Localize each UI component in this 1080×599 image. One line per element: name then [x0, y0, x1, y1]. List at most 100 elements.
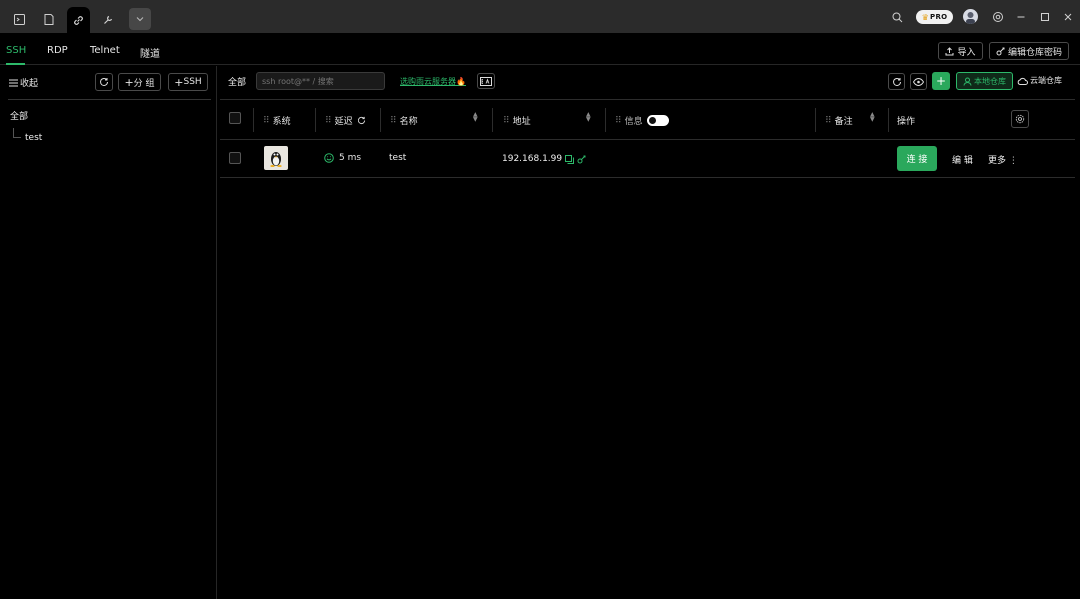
- column-separator: [815, 108, 816, 132]
- import-button[interactable]: 导入: [938, 42, 983, 60]
- table-row-border: [220, 177, 1075, 178]
- drag-handle-icon[interactable]: ⠿: [825, 116, 832, 126]
- search-button[interactable]: [889, 9, 905, 25]
- promo-link[interactable]: 选购雨云服务器🔥: [400, 76, 466, 87]
- collapse-button[interactable]: 收起: [9, 76, 38, 89]
- tab-tunnel[interactable]: 隧道: [140, 45, 160, 60]
- table-top-border: [220, 99, 1075, 100]
- tab-rdp[interactable]: RDP: [47, 45, 68, 56]
- linux-icon: [264, 146, 288, 170]
- search-icon: [892, 12, 902, 22]
- title-bar: ♛ PRO: [0, 0, 1080, 33]
- connect-button[interactable]: 连 接: [897, 146, 937, 171]
- key-icon[interactable]: [577, 155, 586, 164]
- sort-icon[interactable]: ▲ ▼: [586, 112, 591, 123]
- minimize-button[interactable]: [1013, 9, 1029, 25]
- column-header-latency[interactable]: ⠿ 延迟: [325, 114, 366, 127]
- sort-icon[interactable]: ▲ ▼: [870, 112, 875, 123]
- tab-ssh[interactable]: SSH: [6, 45, 26, 56]
- filter-all-label[interactable]: 全部: [228, 75, 246, 88]
- latency-value: 5 ms: [339, 153, 362, 163]
- add-ssh-label: SSH: [183, 77, 202, 87]
- document-tab[interactable]: [38, 8, 60, 30]
- wrench-tab[interactable]: [97, 8, 119, 30]
- column-separator: [315, 108, 316, 132]
- collapse-label: 收起: [20, 79, 39, 89]
- add-ssh-button[interactable]: + SSH: [168, 73, 208, 91]
- host-address: 192.168.1.99: [502, 154, 563, 164]
- fire-icon: 🔥: [456, 77, 466, 86]
- column-header-actions: 操作: [897, 114, 915, 127]
- edit-repo-password-label: 编辑仓库密码: [1007, 47, 1062, 58]
- cloud-repo-button[interactable]: 云端仓库: [1017, 75, 1062, 86]
- column-header-note[interactable]: ⠿ 备注: [825, 114, 853, 128]
- add-group-button[interactable]: + 分 组: [118, 73, 161, 91]
- copy-icon[interactable]: [565, 154, 575, 164]
- local-repo-button[interactable]: 本地仓库: [956, 72, 1013, 90]
- local-repo-label: 本地仓库: [974, 76, 1006, 86]
- column-name-label: 名称: [399, 117, 418, 127]
- more-label: 更多: [988, 156, 1007, 166]
- link-tab[interactable]: [67, 7, 90, 33]
- cloud-icon: [1017, 77, 1028, 85]
- column-header-address[interactable]: ⠿ 地址: [503, 114, 531, 128]
- column-info-label: 信息: [624, 117, 643, 127]
- sort-icon[interactable]: ▲ ▼: [473, 112, 478, 123]
- drag-handle-icon[interactable]: ⠿: [390, 116, 397, 126]
- add-group-label: 分 组: [133, 78, 155, 89]
- info-toggle[interactable]: [646, 115, 669, 126]
- column-system-label: 系统: [272, 117, 291, 127]
- row-checkbox[interactable]: [229, 152, 241, 164]
- link-icon: [74, 15, 83, 25]
- address-cell: 192.168.1.99: [502, 154, 586, 164]
- wrench-icon: [103, 15, 112, 24]
- promo-text: 选购雨云服务器: [400, 77, 456, 86]
- protocol-tab-bar: SSH RDP Telnet 隧道: [0, 33, 1080, 65]
- refresh-groups-button[interactable]: [95, 73, 113, 91]
- connect-label: 连 接: [906, 155, 928, 165]
- ea-icon: [480, 76, 492, 86]
- refresh-icon: [100, 77, 108, 86]
- visibility-button[interactable]: [910, 73, 927, 90]
- column-header-info[interactable]: ⠿ 信息: [615, 114, 669, 127]
- document-icon: [44, 13, 54, 25]
- refresh-icon[interactable]: [357, 116, 366, 125]
- column-separator: [888, 108, 889, 132]
- edit-button[interactable]: 编 辑: [952, 153, 973, 166]
- column-header-name[interactable]: ⠿ 名称: [390, 114, 418, 128]
- select-all-checkbox[interactable]: [229, 112, 241, 124]
- plus-icon: +: [124, 75, 134, 89]
- refresh-button[interactable]: [888, 73, 905, 90]
- host-name: test: [389, 153, 407, 163]
- sidebar-item-all[interactable]: 全部: [10, 109, 28, 122]
- column-settings-button[interactable]: [1011, 110, 1029, 128]
- settings-button[interactable]: [990, 9, 1006, 25]
- column-actions-label: 操作: [897, 117, 916, 127]
- drag-handle-icon[interactable]: ⠿: [325, 116, 332, 126]
- maximize-icon: [1041, 13, 1049, 21]
- ea-button[interactable]: [477, 73, 495, 89]
- close-icon: [1064, 13, 1072, 21]
- close-button[interactable]: [1060, 9, 1076, 25]
- column-header-system[interactable]: ⠿ 系统: [263, 114, 291, 128]
- edit-repo-password-button[interactable]: 编辑仓库密码: [989, 42, 1069, 60]
- more-vertical-icon: ⋮: [1008, 156, 1018, 166]
- drag-handle-icon[interactable]: ⠿: [263, 116, 270, 126]
- search-input[interactable]: [256, 72, 385, 90]
- column-note-label: 备注: [834, 117, 853, 127]
- maximize-button[interactable]: [1037, 9, 1053, 25]
- drag-handle-icon[interactable]: ⠿: [503, 116, 510, 126]
- add-host-button[interactable]: +: [932, 72, 950, 90]
- tab-dropdown-button[interactable]: [129, 8, 151, 30]
- column-separator: [380, 108, 381, 132]
- sidebar-divider: [8, 99, 211, 100]
- pro-badge[interactable]: ♛ PRO: [916, 10, 953, 24]
- sidebar-item-test[interactable]: test: [25, 133, 42, 143]
- tab-telnet[interactable]: Telnet: [90, 45, 120, 56]
- latency-cell: 5 ms: [324, 153, 361, 163]
- drag-handle-icon[interactable]: ⠿: [615, 116, 622, 126]
- terminal-tab[interactable]: [8, 8, 30, 30]
- more-button[interactable]: 更多 ⋮: [988, 153, 1018, 166]
- smile-icon: [324, 153, 334, 163]
- avatar[interactable]: [963, 9, 978, 24]
